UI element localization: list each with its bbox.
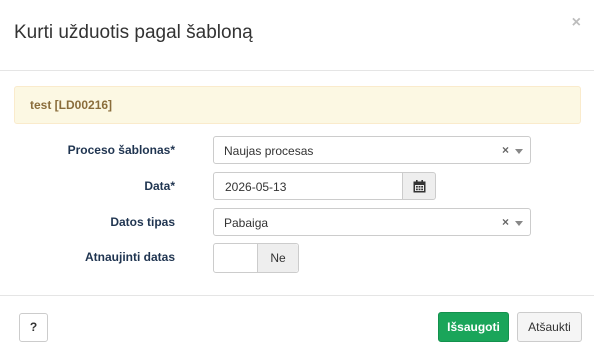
update-dates-label: Atnaujinti datas <box>84 250 175 264</box>
date-type-row: Datos tipas Pabaiga × <box>0 208 594 236</box>
create-tasks-modal: Kurti užduotis pagal šabloną × test [LD0… <box>0 0 594 354</box>
info-alert: test [LD00216] <box>14 86 581 124</box>
date-field[interactable]: 2026-05-13 <box>213 172 403 200</box>
clear-icon[interactable]: × <box>502 215 509 229</box>
date-value: 2026-05-13 <box>225 180 287 194</box>
date-row: Data* 2026-05-13 <box>0 172 594 200</box>
close-icon[interactable]: × <box>572 15 581 31</box>
help-button[interactable]: ? <box>19 313 48 342</box>
clear-icon[interactable]: × <box>502 143 509 157</box>
modal-header: Kurti užduotis pagal šabloną × <box>0 0 594 71</box>
calendar-icon <box>413 180 426 193</box>
date-label: Data* <box>144 179 175 193</box>
modal-footer: ? Išsaugoti Atšaukti <box>0 295 594 354</box>
toggle-state-label: Ne <box>258 244 298 272</box>
process-template-value: Naujas procesas <box>224 144 314 158</box>
process-template-select[interactable]: Naujas procesas × <box>213 136 531 164</box>
alert-text: test [LD00216] <box>30 98 113 112</box>
process-template-label: Proceso šablonas* <box>67 143 175 157</box>
date-type-select[interactable]: Pabaiga × <box>213 208 531 236</box>
chevron-down-icon[interactable] <box>515 221 523 226</box>
date-type-value: Pabaiga <box>224 216 269 230</box>
calendar-button[interactable] <box>402 172 436 200</box>
cancel-button[interactable]: Atšaukti <box>517 312 582 342</box>
modal-title: Kurti užduotis pagal šabloną <box>14 22 253 43</box>
chevron-down-icon[interactable] <box>515 149 523 154</box>
save-button[interactable]: Išsaugoti <box>438 312 509 342</box>
process-template-row: Proceso šablonas* Naujas procesas × <box>0 136 594 164</box>
update-dates-row: Atnaujinti datas Ne <box>0 243 594 273</box>
update-dates-toggle[interactable]: Ne <box>213 243 299 273</box>
date-type-label: Datos tipas <box>110 215 175 229</box>
toggle-knob[interactable] <box>214 244 258 272</box>
